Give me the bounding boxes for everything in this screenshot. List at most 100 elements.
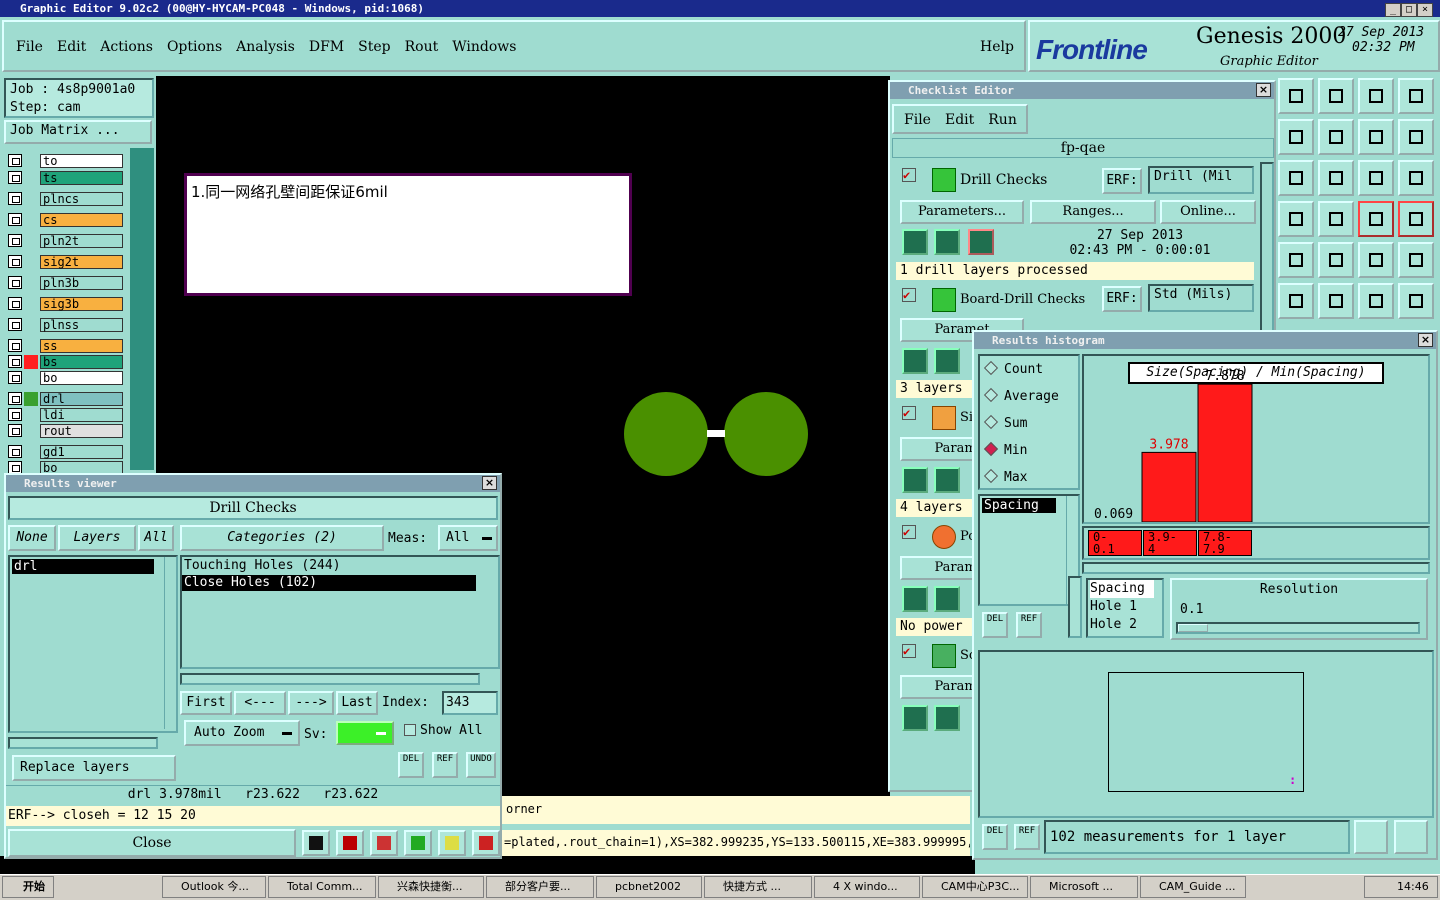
mirror-icon[interactable] — [1358, 119, 1394, 155]
layer-plncs[interactable]: plncs — [40, 192, 123, 206]
show-all-checkbox[interactable] — [404, 724, 416, 736]
scale-icon[interactable] — [1358, 160, 1394, 196]
menu-file[interactable]: File — [16, 39, 43, 55]
layer-toggle[interactable] — [8, 392, 22, 405]
all-button[interactable]: All — [138, 525, 174, 551]
check1-online-button[interactable]: Online... — [1160, 200, 1256, 224]
radio-icon[interactable] — [983, 441, 999, 457]
layer-ldi[interactable]: ldi — [40, 408, 123, 422]
layer-toggle[interactable] — [8, 234, 22, 247]
taskbar-item[interactable]: Microsoft ... — [1030, 876, 1138, 898]
measure-icon[interactable] — [1278, 201, 1314, 237]
taskbar-item[interactable]: pcbnet2002 — [596, 876, 702, 898]
layers-button[interactable]: Layers — [58, 525, 136, 551]
option-max[interactable]: Max — [983, 468, 1027, 485]
layer-color-swatch[interactable] — [24, 392, 38, 406]
export-icon[interactable] — [1354, 820, 1388, 854]
pad-icon[interactable] — [1398, 242, 1434, 278]
start-button[interactable]: 开始 — [2, 876, 54, 898]
menu-actions[interactable]: Actions — [100, 39, 153, 55]
undo-button[interactable]: UNDO — [466, 752, 496, 778]
fit-icon[interactable] — [1278, 160, 1314, 196]
layer-ts[interactable]: ts — [40, 171, 123, 185]
close-icon[interactable]: × — [1256, 83, 1271, 97]
histogram-bar[interactable] — [1141, 451, 1197, 522]
run-check-icon[interactable] — [902, 467, 928, 493]
checklist-menu-edit[interactable]: Edit — [945, 112, 974, 128]
option-count[interactable]: Count — [983, 360, 1043, 377]
taskbar-item[interactable]: Outlook 今... — [162, 876, 266, 898]
checklist-menu-run[interactable]: Run — [988, 112, 1017, 128]
category-touching-holes[interactable]: Touching Holes (244) — [182, 557, 498, 575]
layer-toggle[interactable] — [8, 192, 22, 205]
category-hscrollbar[interactable] — [180, 673, 480, 685]
menu-step[interactable]: Step — [358, 39, 390, 55]
index-input[interactable]: 343 — [442, 691, 498, 715]
report-icon[interactable] — [1394, 820, 1428, 854]
option-average[interactable]: Average — [983, 387, 1059, 404]
check-enabled-checkbox[interactable]: ✔ — [902, 288, 916, 302]
taskbar-item[interactable]: 4 X windo... — [814, 876, 920, 898]
menu-edit[interactable]: Edit — [57, 39, 86, 55]
taskbar-item[interactable]: 部分客户要... — [486, 876, 594, 898]
run-check-icon[interactable] — [934, 705, 960, 731]
layer-sig2t[interactable]: sig2t — [40, 255, 123, 269]
layer-sig3b[interactable]: sig3b — [40, 297, 123, 311]
home-icon[interactable] — [1358, 78, 1394, 114]
layer-toggle[interactable] — [8, 355, 22, 368]
maximize-button[interactable]: □ — [1401, 3, 1417, 17]
check2-name[interactable]: Board-Drill Checks — [960, 292, 1085, 307]
layer-color-swatch[interactable] — [24, 371, 38, 385]
check-enabled-checkbox[interactable]: ✔ — [902, 168, 916, 182]
layer-gd1[interactable]: gd1 — [40, 445, 123, 459]
check1-erf-value[interactable]: Drill (Mil — [1148, 166, 1254, 194]
layer-color-swatch[interactable] — [24, 297, 38, 311]
category-close-holes[interactable]: Close Holes (102) — [182, 575, 476, 591]
category-list[interactable]: Touching Holes (244) Close Holes (102) — [180, 555, 500, 669]
layer-pln2t[interactable]: pln2t — [40, 234, 123, 248]
run-check-icon[interactable] — [902, 586, 928, 612]
layer-color-swatch[interactable] — [24, 318, 38, 332]
meas-select[interactable]: All — [438, 525, 498, 551]
layer-color-swatch[interactable] — [24, 213, 38, 227]
bin-cell[interactable]: 7.8- 7.9 — [1198, 530, 1252, 556]
option-sum[interactable]: Sum — [983, 414, 1027, 431]
taskbar-item[interactable]: 快捷方式 ... — [704, 876, 812, 898]
radio-icon[interactable] — [983, 387, 999, 403]
histogram-hscrollbar[interactable] — [1082, 562, 1430, 574]
layer-drl[interactable]: drl — [40, 392, 123, 406]
first-button[interactable]: First — [180, 691, 232, 715]
arc-icon[interactable] — [1398, 283, 1434, 319]
layer-toggle[interactable] — [8, 445, 22, 458]
layer-ss[interactable]: ss — [40, 339, 123, 353]
close-window-button[interactable]: × — [1417, 3, 1433, 17]
layer-toggle[interactable] — [8, 318, 22, 331]
run-check-icon[interactable] — [934, 348, 960, 374]
run-check-icon[interactable] — [934, 467, 960, 493]
layer-toggle[interactable] — [8, 371, 22, 384]
layer-toggle[interactable] — [8, 171, 22, 184]
line-icon[interactable] — [1358, 283, 1394, 319]
layer-color-swatch[interactable] — [24, 339, 38, 353]
sv-color-select[interactable] — [336, 721, 394, 745]
menu-analysis[interactable]: Analysis — [236, 39, 295, 55]
menu-windows[interactable]: Windows — [452, 39, 516, 55]
layer-toggle[interactable] — [8, 408, 22, 421]
taskbar-item[interactable]: Total Comm... — [268, 876, 376, 898]
snap-icon[interactable] — [1358, 201, 1394, 237]
layer-color-swatch[interactable] — [24, 445, 38, 459]
check-enabled-checkbox[interactable]: ✔ — [902, 644, 916, 658]
layer-color-swatch[interactable] — [24, 255, 38, 269]
layer-rout[interactable]: rout — [40, 424, 123, 438]
layer-plnss[interactable]: plnss — [40, 318, 123, 332]
histogram-bar[interactable] — [1197, 383, 1253, 522]
rotate-icon[interactable] — [1398, 119, 1434, 155]
window-icon[interactable] — [1398, 78, 1434, 114]
field-list[interactable]: Spacing — [978, 494, 1080, 606]
check1-name[interactable]: Drill Checks — [960, 172, 1047, 188]
close-icon[interactable]: × — [482, 476, 497, 490]
taskbar-item[interactable]: 兴森快捷衡... — [378, 876, 484, 898]
help-icon[interactable] — [1398, 160, 1434, 196]
layer-bo[interactable]: bo — [40, 371, 123, 385]
radio-icon[interactable] — [983, 414, 999, 430]
